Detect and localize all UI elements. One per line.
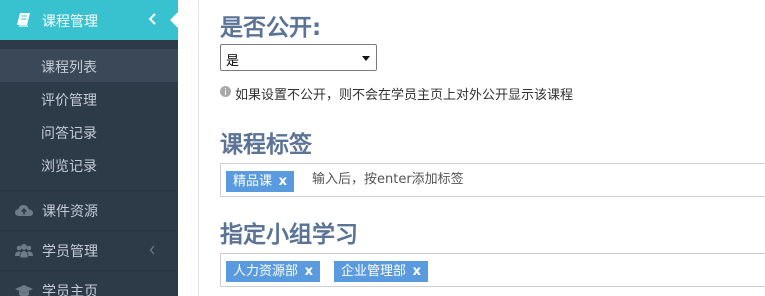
group-section-title: 指定小组学习 — [220, 222, 358, 248]
chevron-left-icon[interactable] — [148, 244, 157, 256]
menu-student-management[interactable]: 学员管理 — [0, 230, 178, 270]
sidebar-item-label: 问答记录 — [41, 126, 97, 142]
graduation-cap-icon — [15, 285, 33, 296]
group-tags-field[interactable]: 人力资源部 x 企业管理部 x — [220, 253, 765, 287]
course-settings-form: 是否公开: 是 如果设置不公开，则不会在学员主页上对外公开显示该课程 课程标签 … — [200, 0, 765, 296]
menu-label: 课程管理 — [42, 14, 98, 30]
menu-label: 学员主页 — [42, 284, 98, 296]
sidebar-item-label: 评价管理 — [41, 93, 97, 109]
tag-chip: 精品课 x — [226, 171, 295, 192]
tags-section-title: 课程标签 — [220, 132, 312, 158]
cloud-upload-icon — [15, 205, 33, 216]
tag-chip: 人力资源部 x — [226, 261, 321, 282]
menu-label: 学员管理 — [42, 244, 98, 260]
content-gutter — [178, 0, 199, 296]
public-select[interactable]: 是 — [220, 44, 377, 71]
sidebar-item-label: 浏览记录 — [41, 159, 97, 175]
sidebar-item-label: 课程列表 — [41, 60, 97, 76]
users-icon — [15, 244, 33, 258]
menu-label: 课件资源 — [42, 204, 98, 220]
select-value: 是 — [226, 54, 240, 69]
tag-remove-button[interactable]: x — [305, 261, 313, 282]
sidebar-item-course-list[interactable]: 课程列表 — [0, 49, 178, 82]
public-section-title: 是否公开: — [220, 15, 322, 41]
tag-label: 企业管理部 — [341, 264, 407, 279]
hint-text: 如果设置不公开，则不会在学员主页上对外公开显示该课程 — [235, 88, 574, 103]
tag-chip: 企业管理部 x — [334, 261, 429, 282]
chevron-left-icon[interactable] — [147, 11, 159, 27]
tag-input[interactable] — [312, 172, 532, 187]
sidebar-item-qa-records[interactable]: 问答记录 — [0, 115, 178, 148]
menu-course-management[interactable]: 课程管理 — [0, 0, 178, 40]
tag-remove-button[interactable]: x — [279, 171, 287, 192]
book-icon — [17, 13, 30, 27]
sidebar-item-review-management[interactable]: 评价管理 — [0, 82, 178, 115]
sidebar-item-browse-records[interactable]: 浏览记录 — [0, 148, 178, 181]
active-indicator — [170, 12, 178, 28]
tag-label: 人力资源部 — [233, 264, 299, 279]
menu-courseware-resources[interactable]: 课件资源 — [0, 190, 178, 230]
course-tags-field[interactable]: 精品课 x — [220, 163, 765, 197]
info-icon — [220, 86, 231, 97]
dropdown-arrow-icon — [362, 56, 370, 61]
tag-remove-button[interactable]: x — [413, 261, 421, 282]
menu-student-homepage[interactable]: 学员主页 — [0, 270, 178, 296]
tag-label: 精品课 — [233, 174, 273, 189]
sidebar: 课程管理 课程列表 评价管理 问答记录 浏览记录 课件资源 学员管理 学员主页 — [0, 0, 178, 296]
